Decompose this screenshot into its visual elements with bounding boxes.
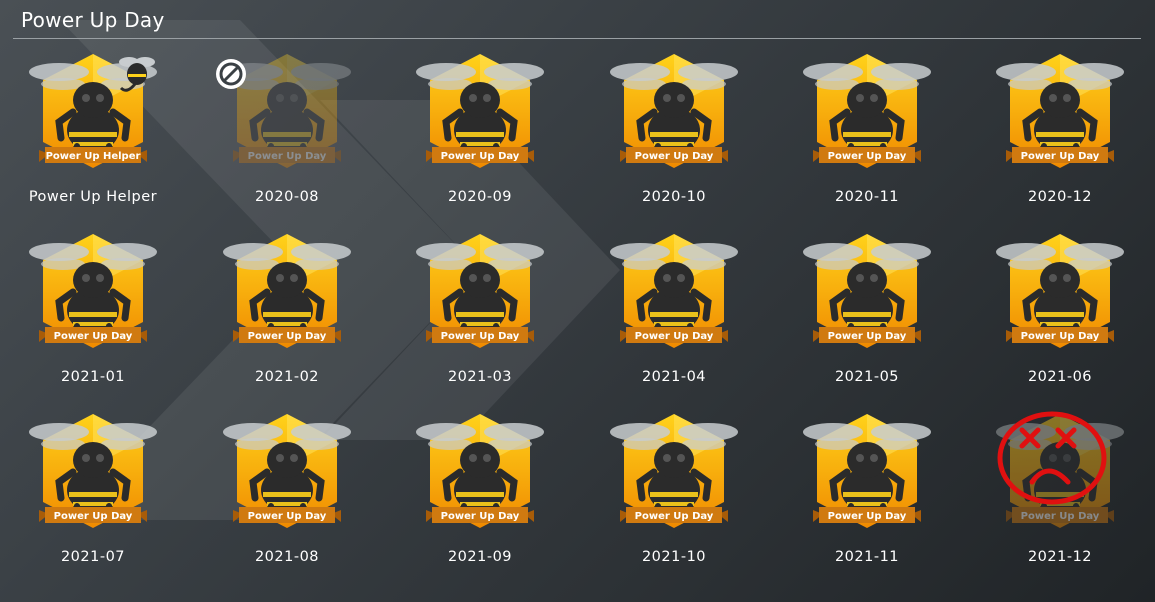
ribbon-banner: Power Up Day [233,507,341,523]
ribbon-banner: Power Up Day [1006,327,1114,343]
ribbon-text: Power Up Day [441,331,520,342]
badge-label: 2020-08 [254,189,320,205]
ribbon-banner: Power Up Day [620,327,728,343]
badge-label: 2020-10 [641,189,707,205]
badge-label: 2021-09 [447,549,513,565]
badge-card[interactable]: Power Up Day 2020-11 [787,48,947,216]
ribbon-banner: Power Up Day [233,147,341,163]
badge-image: Power Up Day [416,54,544,168]
badge-label: 2021-04 [641,369,707,385]
badge-card[interactable]: Power Up Helper Power Up Helper [13,48,173,216]
badge-label: 2020-11 [834,189,900,205]
badge-card[interactable]: Power Up Day 2020-09 [400,48,560,216]
badge-card[interactable]: Power Up Day 2021-08 [207,408,367,576]
badge-image: Power Up Day [610,54,738,168]
ribbon-text: Power Up Day [441,511,520,522]
badge-label: 2021-05 [834,369,900,385]
ribbon-text: Power Up Helper [46,151,141,162]
badge-card[interactable]: Power Up Day 2021-04 [594,228,754,396]
page-title: Power Up Day [21,8,165,32]
ribbon-text: Power Up Day [248,511,327,522]
ribbon-banner: Power Up Day [620,507,728,523]
badge-card[interactable]: Power Up Day 2021-12 [980,408,1140,576]
ribbon-banner: Power Up Day [233,327,341,343]
ribbon-banner: Power Up Day [39,507,147,523]
badge-image: Power Up Day [223,234,351,348]
ribbon-text: Power Up Day [54,511,133,522]
ribbon-banner: Power Up Day [1006,147,1114,163]
helper-bee-icon [119,57,155,92]
badge-label: 2021-11 [834,549,900,565]
badge-image: Power Up Day [416,234,544,348]
ribbon-text: Power Up Day [248,151,327,162]
badge-label: 2021-12 [1027,549,1093,565]
badge-card[interactable]: Power Up Day 2020-12 [980,48,1140,216]
badge-card[interactable]: Power Up Day 2021-05 [787,228,947,396]
badge-image: Power Up Day [996,234,1124,348]
ribbon-banner: Power Up Day [426,507,534,523]
ribbon-text: Power Up Day [828,331,907,342]
badge-card[interactable]: Power Up Day 2021-03 [400,228,560,396]
badge-label: 2021-06 [1027,369,1093,385]
ribbon-banner: Power Up Day [813,507,921,523]
badge-image: Power Up Day [996,54,1124,168]
badge-card[interactable]: Power Up Day 2021-10 [594,408,754,576]
badge-image: Power Up Day [610,414,738,528]
badge-label: Power Up Helper [28,189,158,205]
badge-image: Power Up Day [29,414,157,528]
section-header: Power Up Day [13,0,1141,39]
ribbon-banner: Power Up Day [39,327,147,343]
ribbon-text: Power Up Day [441,151,520,162]
ribbon-text: Power Up Day [828,511,907,522]
badge-label: 2020-12 [1027,189,1093,205]
badge-image: Power Up Day [29,234,157,348]
badge-image: Power Up Day [416,414,544,528]
ribbon-text: Power Up Day [635,331,714,342]
badge-label: 2021-10 [641,549,707,565]
badge-card[interactable]: Power Up Day 2021-11 [787,408,947,576]
ribbon-banner: Power Up Helper [39,147,147,163]
badge-card[interactable]: Power Up Day 2021-01 [13,228,173,396]
badge-image: Power Up Day [223,414,351,528]
ribbon-text: Power Up Day [635,511,714,522]
badge-card[interactable]: Power Up Day 2021-02 [207,228,367,396]
ribbon-banner: Power Up Day [813,147,921,163]
badge-label: 2021-07 [60,549,126,565]
badge-card[interactable]: Power Up Day 2021-06 [980,228,1140,396]
sad-face-icon [997,411,1107,505]
not-earned-icon [216,59,246,89]
ribbon-text: Power Up Day [54,331,133,342]
badge-label: 2020-09 [447,189,513,205]
badge-label: 2021-02 [254,369,320,385]
ribbon-banner: Power Up Day [426,327,534,343]
badge-image: Power Up Day [803,414,931,528]
badge-label: 2021-01 [60,369,126,385]
ribbon-banner: Power Up Day [620,147,728,163]
badge-card[interactable]: Power Up Day 2020-10 [594,48,754,216]
ribbon-text: Power Up Day [635,151,714,162]
badge-image: Power Up Day [610,234,738,348]
ribbon-banner: Power Up Day [426,147,534,163]
badge-image: Power Up Day [803,54,931,168]
badge-image: Power Up Day [803,234,931,348]
badge-label: 2021-03 [447,369,513,385]
badge-card[interactable]: Power Up Day 2020-08 [207,48,367,216]
badge-card[interactable]: Power Up Day 2021-07 [13,408,173,576]
ribbon-banner: Power Up Day [813,327,921,343]
ribbon-text: Power Up Day [248,331,327,342]
badge-label: 2021-08 [254,549,320,565]
ribbon-text: Power Up Day [1021,151,1100,162]
badge-card[interactable]: Power Up Day 2021-09 [400,408,560,576]
ribbon-text: Power Up Day [1021,331,1100,342]
ribbon-text: Power Up Day [828,151,907,162]
